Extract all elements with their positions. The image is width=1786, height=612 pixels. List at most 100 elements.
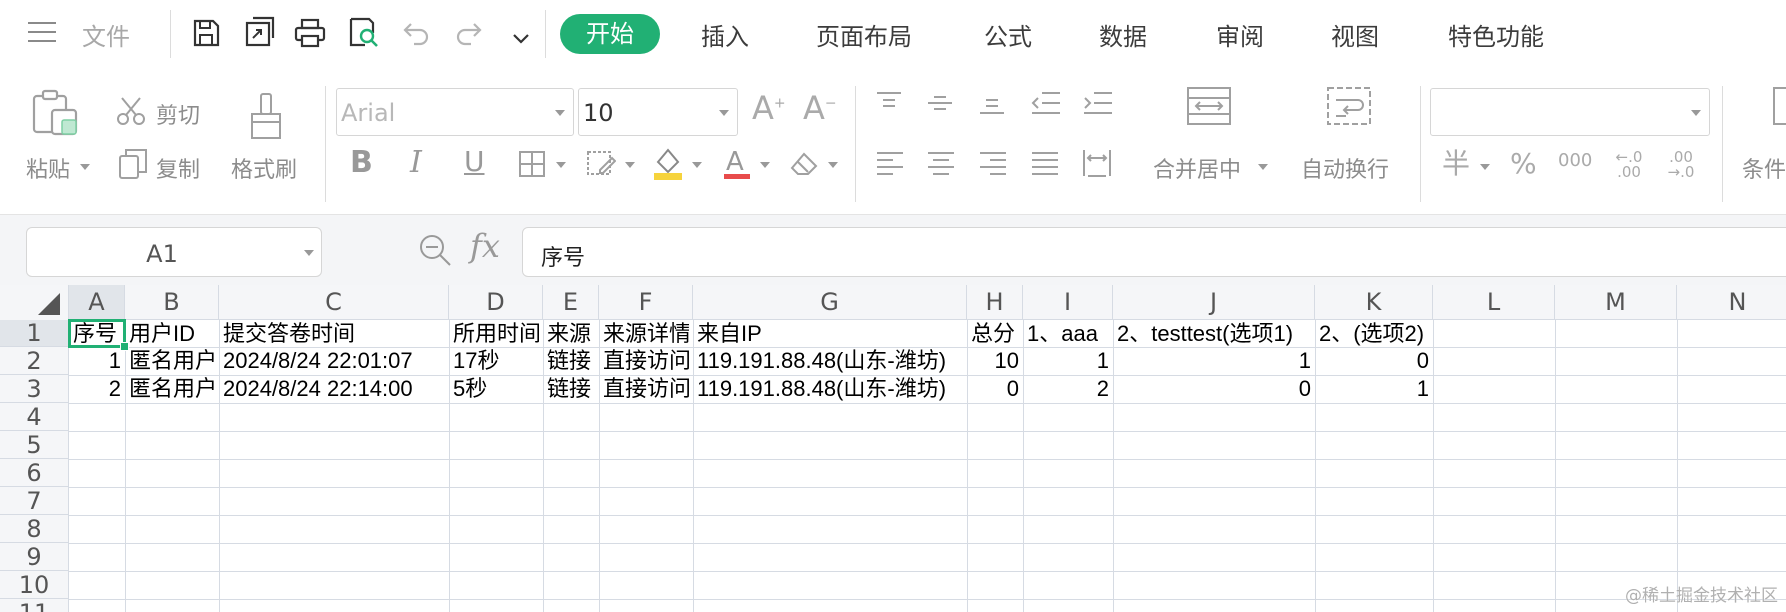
column-header-L[interactable]: L xyxy=(1433,285,1555,320)
row-header-9[interactable]: 9 xyxy=(0,543,69,571)
column-header-K[interactable]: K xyxy=(1315,285,1433,320)
cell-C1[interactable]: 提交答卷时间 xyxy=(223,320,445,347)
paste-label[interactable]: 粘贴 xyxy=(26,152,70,184)
align-center-icon[interactable] xyxy=(926,150,956,182)
tab-data[interactable]: 数据 xyxy=(1099,17,1147,52)
cell-F1[interactable]: 来源详情 xyxy=(603,320,689,347)
conditional-format-icon[interactable] xyxy=(1772,86,1786,130)
tab-view[interactable]: 视图 xyxy=(1331,17,1379,52)
italic-icon[interactable]: I xyxy=(410,148,422,178)
cell-E1[interactable]: 来源 xyxy=(547,320,595,347)
cell-K2[interactable]: 0 xyxy=(1319,347,1429,375)
cell-J1[interactable]: 2、testtest(选项1) xyxy=(1117,320,1311,347)
cell-F3[interactable]: 直接访问 xyxy=(603,375,689,403)
conditional-format-button[interactable]: 条件 xyxy=(1742,152,1786,184)
increase-font-icon[interactable]: A+ xyxy=(752,92,786,124)
tab-home[interactable]: 开始 xyxy=(560,14,660,54)
eraser-icon[interactable] xyxy=(788,150,820,182)
cell-J2[interactable]: 1 xyxy=(1117,347,1311,375)
cell-K3[interactable]: 1 xyxy=(1319,375,1429,403)
name-box[interactable]: A1 xyxy=(26,227,322,277)
distributed-icon[interactable] xyxy=(1082,148,1112,182)
brush-icon[interactable] xyxy=(248,92,284,144)
decrease-font-icon[interactable]: A− xyxy=(803,92,837,124)
cell-D2[interactable]: 17秒 xyxy=(453,347,539,375)
cell-G1[interactable]: 来自IP xyxy=(697,320,963,347)
column-header-D[interactable]: D xyxy=(449,285,543,320)
cell-A2[interactable]: 1 xyxy=(73,347,121,375)
menu-icon[interactable] xyxy=(28,20,58,44)
copy-icon[interactable] xyxy=(118,148,148,184)
merge-center-button[interactable]: 合并居中 xyxy=(1153,152,1241,184)
bold-icon[interactable]: B xyxy=(350,148,373,178)
column-header-I[interactable]: I xyxy=(1023,285,1113,320)
paste-icon[interactable] xyxy=(30,88,80,142)
cell-B2[interactable]: 匿名用户 xyxy=(129,347,215,375)
cell-E3[interactable]: 链接 xyxy=(547,375,595,403)
cell-B1[interactable]: 用户ID xyxy=(129,320,215,347)
decrease-indent-icon[interactable] xyxy=(1030,90,1062,120)
cell-G2[interactable]: 119.191.88.48(山东-潍坊) xyxy=(697,347,963,375)
formula-input[interactable]: 序号 xyxy=(522,227,1786,277)
font-color-icon[interactable]: A xyxy=(722,146,752,184)
align-bottom-icon[interactable] xyxy=(978,90,1006,120)
column-header-G[interactable]: G xyxy=(693,285,967,320)
cell-K1[interactable]: 2、(选项2) xyxy=(1319,320,1497,347)
align-top-icon[interactable] xyxy=(875,90,903,120)
cell-C2[interactable]: 2024/8/24 22:01:07 xyxy=(223,347,445,375)
tab-formulas[interactable]: 公式 xyxy=(984,17,1032,52)
column-header-J[interactable]: J xyxy=(1113,285,1315,320)
fill-handle[interactable] xyxy=(120,342,129,351)
wrap-text-icon[interactable] xyxy=(1326,86,1372,130)
align-left-icon[interactable] xyxy=(875,150,905,182)
more-dropdown-icon[interactable] xyxy=(513,30,529,49)
tab-review[interactable]: 审阅 xyxy=(1216,17,1264,52)
row-header-10[interactable]: 10 xyxy=(0,571,69,599)
cut-button[interactable]: 剪切 xyxy=(156,98,200,130)
cell-H3[interactable]: 0 xyxy=(971,375,1019,403)
undo-icon[interactable] xyxy=(402,22,430,50)
column-header-N[interactable]: N xyxy=(1677,285,1786,320)
cell-H2[interactable]: 10 xyxy=(971,347,1019,375)
cell-I1[interactable]: 1、aaa xyxy=(1027,320,1109,347)
column-header-M[interactable]: M xyxy=(1555,285,1677,320)
tab-special[interactable]: 特色功能 xyxy=(1448,17,1544,52)
row-header-3[interactable]: 3 xyxy=(0,375,69,403)
fx-icon[interactable]: fx xyxy=(470,227,500,265)
cell-F2[interactable]: 直接访问 xyxy=(603,347,689,375)
column-header-F[interactable]: F xyxy=(599,285,693,320)
select-all-icon[interactable] xyxy=(38,293,60,319)
menu-file[interactable]: 文件 xyxy=(82,17,130,52)
row-header-7[interactable]: 7 xyxy=(0,487,69,515)
thousands-icon[interactable]: 000 xyxy=(1558,152,1592,170)
border-icon[interactable] xyxy=(518,150,546,182)
scissors-icon[interactable] xyxy=(116,96,146,130)
cell-A3[interactable]: 2 xyxy=(73,375,121,403)
font-name-select[interactable]: Arial xyxy=(336,88,574,136)
cell-H1[interactable]: 总分 xyxy=(971,320,1019,347)
cell-I3[interactable]: 2 xyxy=(1027,375,1109,403)
cell-E2[interactable]: 链接 xyxy=(547,347,595,375)
row-header-4[interactable]: 4 xyxy=(0,403,69,431)
column-header-B[interactable]: B xyxy=(125,285,219,320)
cell-I2[interactable]: 1 xyxy=(1027,347,1109,375)
increase-indent-icon[interactable] xyxy=(1082,90,1114,120)
decrease-decimal-icon[interactable]: .00 →.0 xyxy=(1662,150,1700,180)
column-header-C[interactable]: C xyxy=(219,285,449,320)
zoom-icon[interactable] xyxy=(418,233,452,271)
underline-icon[interactable]: U xyxy=(464,148,485,176)
cell-D1[interactable]: 所用时间 xyxy=(453,320,539,347)
row-header-8[interactable]: 8 xyxy=(0,515,69,543)
align-right-icon[interactable] xyxy=(978,150,1008,182)
export-pdf-icon[interactable] xyxy=(244,16,276,52)
print-icon[interactable] xyxy=(294,18,326,52)
tab-insert[interactable]: 插入 xyxy=(701,17,749,52)
increase-decimal-icon[interactable]: ←.0 .00 xyxy=(1610,150,1648,180)
row-header-1[interactable]: 1 xyxy=(0,320,69,347)
number-format-select[interactable] xyxy=(1430,88,1710,136)
cell-G3[interactable]: 119.191.88.48(山东-潍坊) xyxy=(697,375,963,403)
column-header-E[interactable]: E xyxy=(543,285,599,320)
cell-J3[interactable]: 0 xyxy=(1117,375,1311,403)
fill-color-icon[interactable] xyxy=(652,146,684,184)
print-preview-icon[interactable] xyxy=(348,16,380,52)
